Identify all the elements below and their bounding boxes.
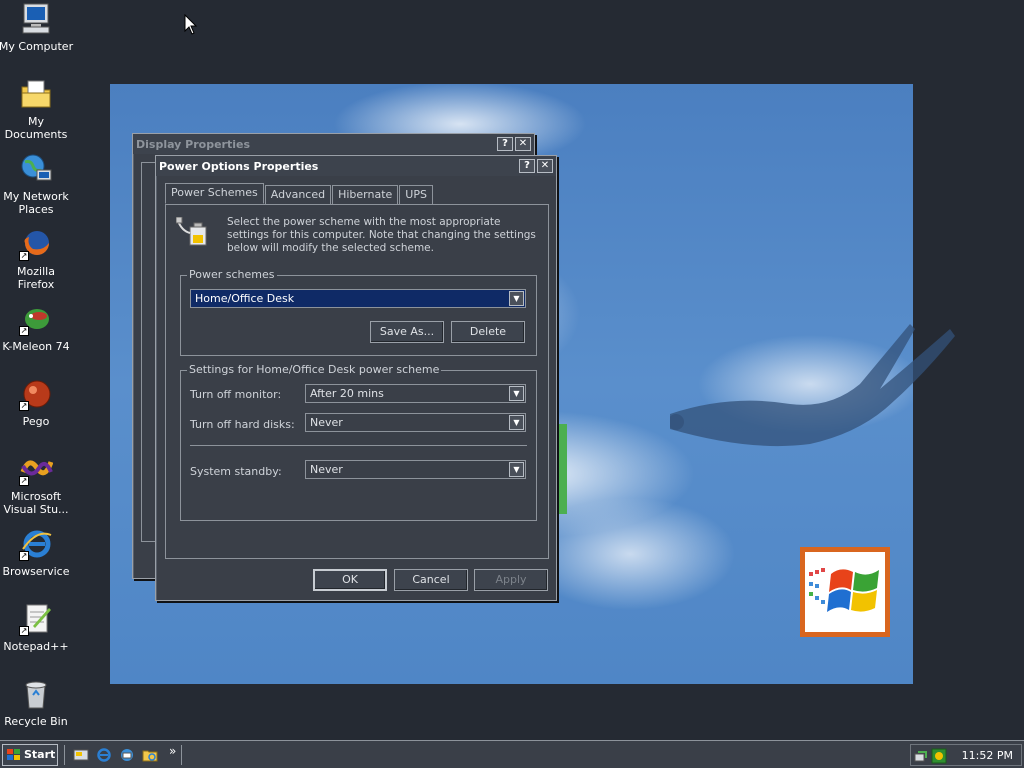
desktop-icon-label: K-Meleon 74	[2, 340, 70, 353]
desktop-icon-label: Browservice	[2, 565, 70, 578]
desktop-icon-label: Recycle Bin	[4, 715, 68, 728]
hard-disks-timeout-dropdown[interactable]: Never ▼	[305, 413, 526, 432]
monitor-label: Turn off monitor:	[190, 388, 282, 401]
show-desktop-icon[interactable]	[73, 747, 89, 763]
dropdown-value: After 20 mins	[310, 387, 384, 400]
my-computer-icon	[19, 2, 53, 36]
desktop-icon-recycle-bin[interactable]: Recycle Bin	[0, 677, 74, 728]
shortcut-arrow-icon: ↗	[19, 326, 29, 336]
close-button[interactable]: ✕	[515, 137, 531, 151]
desktop-icon-browservice[interactable]: ↗ Browservice	[0, 527, 74, 578]
window-title: Power Options Properties	[159, 159, 319, 173]
tab-ups[interactable]: UPS	[399, 185, 433, 204]
kmeleon-icon: ↗	[19, 302, 53, 336]
shortcut-arrow-icon: ↗	[19, 626, 29, 636]
tray-security-icon[interactable]	[931, 748, 947, 764]
tab-advanced[interactable]: Advanced	[264, 185, 332, 204]
shortcut-arrow-icon: ↗	[19, 476, 29, 486]
desktop-icon-network-places[interactable]: My Network Places	[0, 152, 74, 216]
network-places-icon	[19, 152, 53, 186]
desktop-icon-label: My Documents	[4, 115, 68, 141]
explorer-icon[interactable]	[142, 747, 158, 763]
chevron-down-icon[interactable]: ▼	[509, 415, 524, 430]
dropdown-value: Never	[310, 416, 343, 429]
apply-button[interactable]: Apply	[474, 569, 548, 591]
chevron-down-icon[interactable]: ▼	[509, 291, 524, 306]
cancel-button[interactable]: Cancel	[394, 569, 468, 591]
hard-disks-label: Turn off hard disks:	[190, 418, 295, 431]
save-as-button[interactable]: Save As...	[370, 321, 444, 343]
desktop-icon-visual-studio[interactable]: ↗ Microsoft Visual Stu...	[0, 452, 74, 516]
desktop-icon-label: Pego	[22, 415, 50, 428]
diver-silhouette	[670, 324, 955, 447]
monitor-timeout-dropdown[interactable]: After 20 mins ▼	[305, 384, 526, 403]
mouse-cursor-icon	[184, 14, 198, 35]
desktop-icon-my-computer[interactable]: My Computer	[0, 2, 74, 53]
display-preview-strip	[559, 424, 567, 514]
delete-button[interactable]: Delete	[451, 321, 525, 343]
desktop-icon-pego[interactable]: ↗ Pego	[0, 377, 74, 428]
quick-launch-divider	[64, 745, 66, 765]
desktop-icon-firefox[interactable]: ↗ Mozilla Firefox	[0, 227, 74, 291]
group-legend: Power schemes	[187, 268, 277, 281]
recycle-bin-icon	[19, 677, 53, 711]
chevron-down-icon[interactable]: ▼	[509, 462, 524, 477]
scheme-settings-group: Settings for Home/Office Desk power sche…	[180, 363, 537, 521]
windows-flag-icon	[809, 568, 879, 612]
windows-logo-badge	[800, 547, 890, 637]
shortcut-arrow-icon: ↗	[19, 401, 29, 411]
clock[interactable]: 11:52 PM	[962, 749, 1013, 762]
ie-icon: ↗	[19, 527, 53, 561]
task-area-divider	[181, 745, 183, 765]
system-tray: 11:52 PM	[910, 744, 1022, 766]
start-label: Start	[24, 748, 56, 761]
desktop-icon-my-documents[interactable]: My Documents	[0, 77, 74, 141]
power-schemes-group: Power schemes Home/Office Desk ▼ Save As…	[180, 268, 537, 356]
notepadpp-icon: ↗	[19, 602, 53, 636]
start-button[interactable]: Start	[2, 744, 58, 766]
dropdown-value: Home/Office Desk	[195, 292, 295, 305]
tab-strip: Power Schemes Advanced Hibernate UPS	[165, 183, 434, 204]
ie-icon[interactable]	[96, 747, 112, 763]
dropdown-value: Never	[310, 463, 343, 476]
tab-hibernate[interactable]: Hibernate	[332, 185, 399, 204]
help-button[interactable]: ?	[497, 137, 513, 151]
desktop-icon-label: My Network Places	[3, 190, 69, 216]
separator	[190, 445, 527, 446]
power-plug-icon	[176, 217, 207, 246]
tray-network-icon[interactable]	[914, 748, 930, 764]
desktop-icon-label: Notepad++	[3, 640, 69, 653]
windows-flag-icon	[7, 749, 20, 760]
desktop-icon-notepadpp[interactable]: ↗ Notepad++	[0, 602, 74, 653]
power-options-window[interactable]: Power Options Properties ? ✕ Power Schem…	[155, 155, 557, 601]
power-options-titlebar[interactable]: Power Options Properties ? ✕	[156, 156, 556, 176]
chevron-down-icon[interactable]: ▼	[509, 386, 524, 401]
desktop-icon-kmeleon[interactable]: ↗ K-Meleon 74	[0, 302, 74, 353]
standby-label: System standby:	[190, 465, 282, 478]
visual-studio-icon: ↗	[19, 452, 54, 486]
tab-power-schemes[interactable]: Power Schemes	[165, 183, 264, 204]
power-schemes-panel: Select the power scheme with the most ap…	[165, 204, 549, 559]
window-title: Display Properties	[136, 137, 251, 151]
help-button[interactable]: ?	[519, 159, 535, 173]
group-legend: Settings for Home/Office Desk power sche…	[187, 363, 442, 376]
quick-launch-more-button[interactable]: »	[169, 744, 176, 758]
desktop-icon-label: Microsoft Visual Stu...	[3, 490, 69, 516]
display-properties-titlebar[interactable]: Display Properties ? ✕	[133, 134, 534, 154]
desktop-icon-label: My Computer	[0, 40, 74, 53]
taskbar: Start » 11:52 PM	[0, 740, 1024, 768]
power-scheme-dropdown[interactable]: Home/Office Desk ▼	[190, 289, 526, 308]
pego-icon: ↗	[19, 377, 53, 411]
firefox-icon: ↗	[19, 227, 53, 261]
my-documents-icon	[19, 77, 53, 111]
outlook-express-icon[interactable]	[119, 747, 135, 763]
shortcut-arrow-icon: ↗	[19, 551, 29, 561]
shortcut-arrow-icon: ↗	[19, 251, 29, 261]
ok-button[interactable]: OK	[313, 569, 387, 591]
desktop-icon-label: Mozilla Firefox	[17, 265, 55, 291]
intro-text: Select the power scheme with the most ap…	[227, 216, 536, 254]
standby-timeout-dropdown[interactable]: Never ▼	[305, 460, 526, 479]
close-button[interactable]: ✕	[537, 159, 553, 173]
